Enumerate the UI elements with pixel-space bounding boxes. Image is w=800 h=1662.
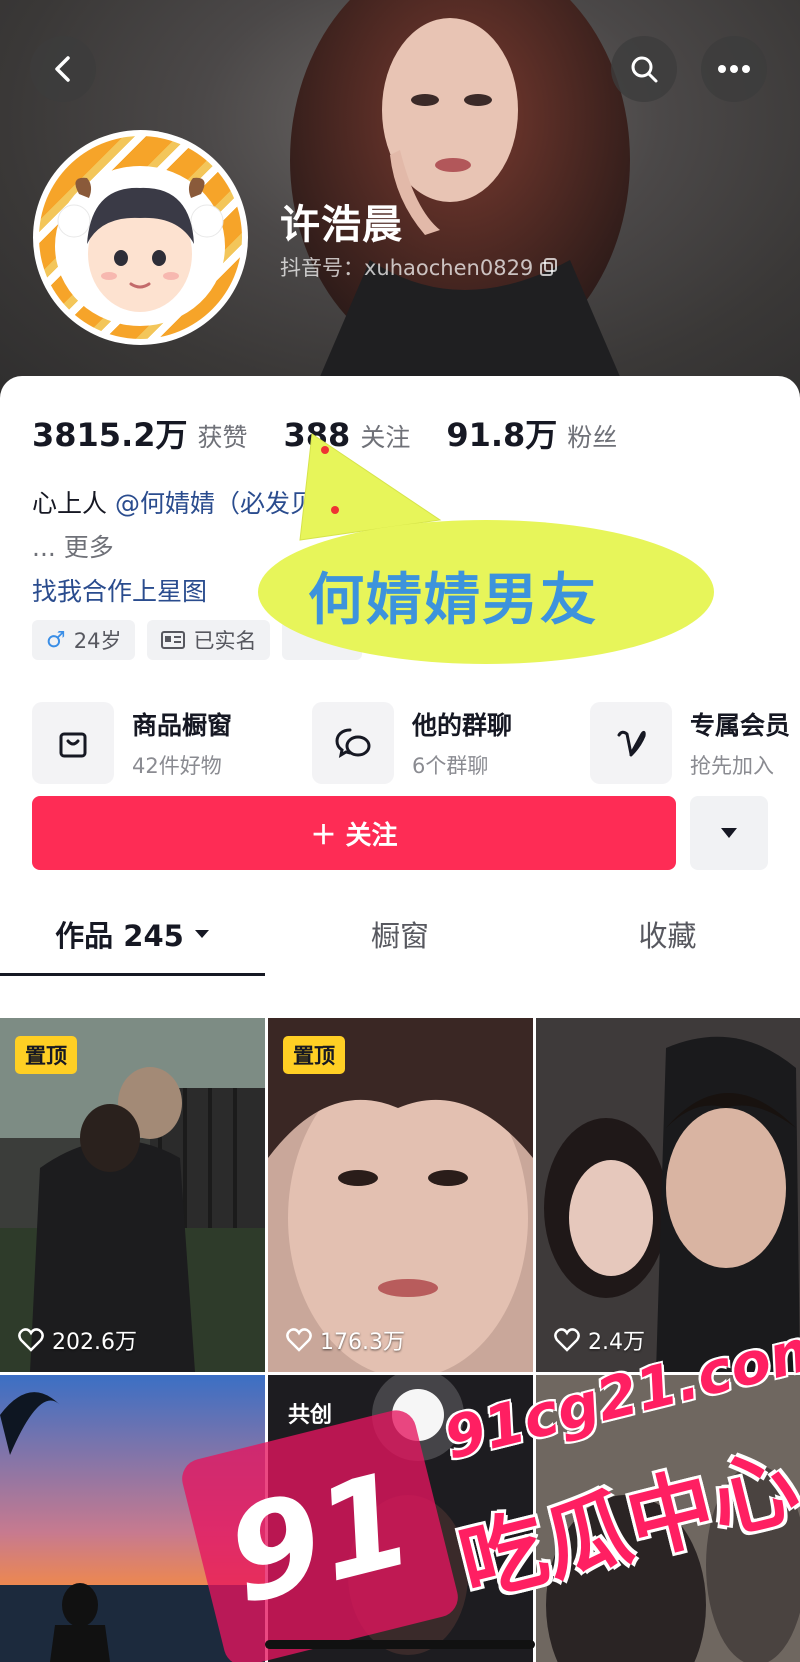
search-button[interactable] [611, 36, 677, 102]
card-subtitle: 42件好物 [132, 754, 222, 778]
card-subtitle: 抢先加入 [690, 754, 774, 778]
caret-down-icon [721, 828, 737, 838]
tag-verified: 已实名 [147, 620, 271, 660]
stat-value: 388 [283, 416, 351, 454]
video-thumbnail [536, 1018, 800, 1372]
card-membership[interactable]: 专属会员 抢先加入 [590, 702, 790, 784]
pinned-badge: 置顶 [283, 1036, 345, 1074]
content-tabs: 作品 245 橱窗 收藏 [0, 894, 800, 976]
tag-verified-text: 已实名 [193, 629, 257, 653]
active-tab-indicator [0, 973, 265, 976]
more-dots-icon [718, 65, 750, 73]
video-tile[interactable]: 置顶 202.6万 [0, 1018, 265, 1372]
douyin-id-row[interactable]: 抖音号：xuhaochen0829 [280, 252, 559, 282]
likes-count: 202.6万 [52, 1330, 137, 1355]
bag-icon [59, 732, 87, 758]
tab-label: 橱窗 [370, 919, 429, 953]
annotation-text: 何婧婧男友 [308, 568, 598, 633]
feature-cards: 商品橱窗 42件好物 他的群聊 6个群聊 专属会员 抢先加入 [32, 702, 800, 792]
video-likes: 202.6万 [18, 1324, 137, 1356]
likes-count: 2.4万 [588, 1330, 645, 1355]
follow-dropdown-button[interactable] [690, 796, 768, 870]
bio-more-link[interactable]: ... 更多 [32, 528, 114, 564]
back-button[interactable] [30, 36, 96, 102]
stat-label: 获赞 [197, 423, 248, 452]
home-indicator[interactable] [265, 1640, 535, 1649]
video-tile[interactable]: 2.4万 [536, 1018, 800, 1372]
pinned-badge: 置顶 [15, 1036, 77, 1074]
card-shop-window[interactable]: 商品橱窗 42件好物 [32, 702, 232, 784]
card-title: 商品橱窗 [132, 711, 233, 740]
heart-icon [617, 730, 646, 757]
follow-button[interactable]: ＋ 关注 [32, 796, 676, 870]
collab-link[interactable]: 找我合作上星图 [32, 572, 207, 608]
profile-name: 许浩晨 [280, 202, 403, 248]
stat-value: 3815.2万 [32, 416, 188, 454]
heart-outline-icon [554, 1328, 580, 1352]
card-title: 他的群聊 [412, 711, 513, 740]
avatar[interactable] [33, 130, 248, 345]
stat-label: 关注 [360, 423, 411, 452]
video-tile[interactable]: 置顶 176.3万 [268, 1018, 533, 1372]
tag-gender-age: ♂ 24岁 [32, 620, 136, 660]
search-icon [631, 56, 658, 83]
tab-works[interactable]: 作品 245 [0, 894, 265, 976]
tab-label: 作品 245 [55, 919, 184, 953]
video-likes: 176.3万 [286, 1324, 405, 1356]
tab-favorites[interactable]: 收藏 [535, 894, 800, 974]
tab-shop-window[interactable]: 橱窗 [265, 894, 535, 974]
stat-likes: 3815.2万 获赞 [32, 410, 248, 456]
back-arrow-icon [55, 56, 70, 82]
tab-label: 收藏 [638, 919, 697, 953]
bio-prefix: 心上人 [32, 489, 108, 518]
likes-count: 176.3万 [320, 1330, 405, 1355]
heart-outline-icon [286, 1328, 312, 1352]
stat-following[interactable]: 388 关注 [284, 416, 411, 454]
stat-followers[interactable]: 91.8万 粉丝 [446, 410, 617, 456]
copy-icon[interactable] [539, 257, 559, 277]
video-likes: 2.4万 [554, 1324, 645, 1356]
tag-age-text: 24岁 [73, 629, 122, 653]
bio-text: 心上人 @何婧婧（必发贝 [32, 484, 315, 520]
stat-label: 粉丝 [567, 423, 618, 452]
more-options-button[interactable] [701, 36, 767, 102]
male-icon: ♂ [46, 627, 66, 653]
chat-icon [335, 728, 371, 759]
cocreate-label: 共创 [288, 1403, 333, 1428]
profile-cover: 许浩晨 抖音号：xuhaochen0829 [0, 0, 800, 400]
caret-down-icon [194, 930, 209, 938]
bio-mention-link[interactable]: @何婧婧（必发贝 [115, 489, 315, 518]
heart-outline-icon [18, 1328, 44, 1352]
card-group-chat[interactable]: 他的群聊 6个群聊 [312, 702, 512, 784]
stat-value: 91.8万 [446, 416, 558, 454]
douyin-id: 抖音号：xuhaochen0829 [280, 256, 534, 280]
id-card-icon [161, 631, 186, 649]
card-subtitle: 6个群聊 [412, 754, 489, 778]
avatar-illustration [55, 166, 225, 326]
card-title: 专属会员 [690, 711, 791, 740]
stats-row: 3815.2万 获赞 388 关注 91.8万 粉丝 [32, 410, 653, 456]
